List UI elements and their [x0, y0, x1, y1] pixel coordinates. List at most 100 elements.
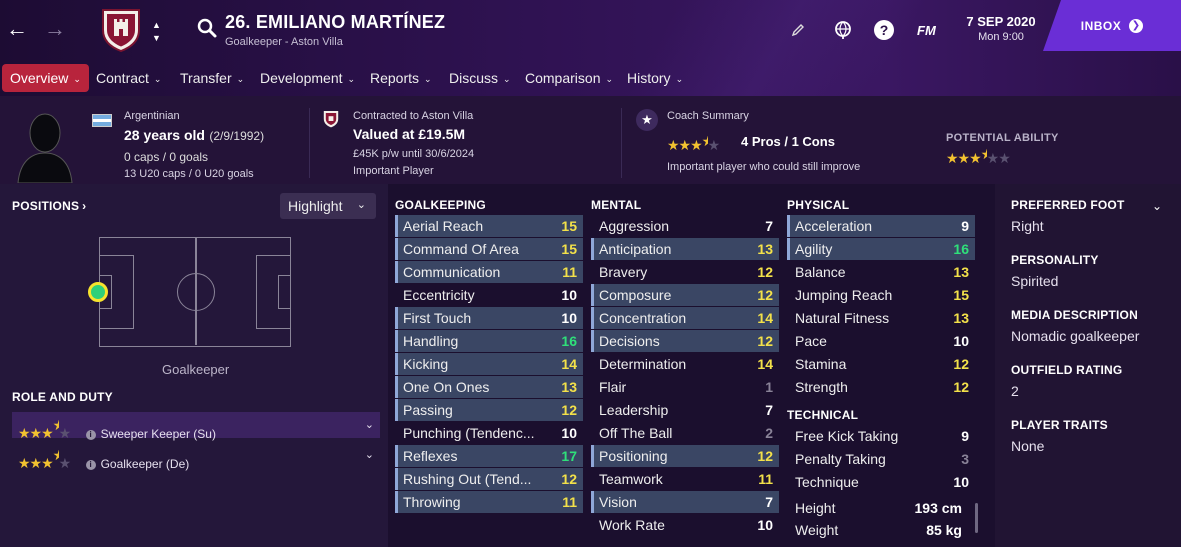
personality: PERSONALITY Spirited — [1011, 253, 1099, 289]
attribute-row[interactable]: Natural Fitness 13 — [787, 307, 975, 329]
attribute-row[interactable]: First Touch 10 — [395, 307, 583, 329]
attribute-name: Off The Ball — [599, 425, 673, 441]
back-arrow-icon[interactable]: ← — [6, 16, 28, 42]
highlight-dropdown[interactable]: Highlight ⌄ — [280, 193, 376, 219]
tab-contract[interactable]: Contract ⌄ — [96, 64, 161, 92]
attribute-row[interactable]: Flair 1 — [591, 376, 779, 398]
attribute-row[interactable]: Determination 14 — [591, 353, 779, 375]
nationality: Argentinian — [124, 110, 180, 122]
tab-discuss[interactable]: Discuss ⌄ — [449, 64, 511, 92]
club-crest-icon[interactable] — [101, 8, 141, 52]
attribute-row[interactable]: Kicking 14 — [395, 353, 583, 375]
attribute-row[interactable]: Agility 16 — [787, 238, 975, 260]
scrollbar[interactable] — [975, 503, 978, 533]
attribute-name: One On Ones — [403, 379, 490, 395]
attribute-value: 1 — [765, 379, 773, 395]
attribute-row[interactable]: Strength 12 — [787, 376, 975, 398]
attribute-row[interactable]: Aggression 7 — [591, 215, 779, 237]
attribute-name: Jumping Reach — [795, 287, 893, 303]
attribute-name: Reflexes — [403, 448, 458, 464]
attribute-value: 10 — [953, 474, 969, 490]
fm-logo[interactable]: FM — [917, 23, 936, 38]
attribute-value: 14 — [757, 356, 773, 372]
player-silhouette-icon — [17, 113, 73, 183]
attribute-row[interactable]: Anticipation 13 — [591, 238, 779, 260]
role-stars: ★★★★★ — [18, 447, 71, 471]
previous-player-icon[interactable]: ▲ — [152, 20, 161, 30]
player-name: 26. EMILIANO MARTÍNEZ — [225, 12, 446, 32]
attribute-row[interactable]: Bravery 12 — [591, 261, 779, 283]
tab-comparison[interactable]: Comparison ⌄ — [525, 64, 613, 92]
tab-overview[interactable]: Overview ⌄ — [2, 64, 89, 92]
mental-title: MENTAL — [591, 198, 642, 212]
attribute-row[interactable]: Rushing Out (Tend... 12 — [395, 468, 583, 490]
attribute-row[interactable]: Acceleration 9 — [787, 215, 975, 237]
position-label: Goalkeeper — [162, 362, 230, 377]
attribute-row[interactable]: Passing 12 — [395, 399, 583, 421]
game-date[interactable]: 7 SEP 2020 Mon 9:00 — [966, 14, 1036, 43]
attribute-row[interactable]: Balance 13 — [787, 261, 975, 283]
chevron-down-icon: ⌄ — [675, 74, 684, 84]
attribute-row[interactable]: Jumping Reach 15 — [787, 284, 975, 306]
globe-icon[interactable] — [833, 20, 853, 40]
role-row[interactable]: ★★★★★ i Goalkeeper (De) ⌄ — [12, 442, 380, 471]
attribute-row[interactable]: Concentration 14 — [591, 307, 779, 329]
attribute-row[interactable]: Communication 11 — [395, 261, 583, 283]
attribute-row[interactable]: Command Of Area 15 — [395, 238, 583, 260]
coach-rating-stars: ★★★★★ — [667, 133, 720, 153]
attribute-name: Throwing — [403, 494, 461, 510]
attribute-row[interactable]: Reflexes 17 — [395, 445, 583, 467]
goalkeeper-position-marker[interactable] — [88, 282, 108, 302]
role-stars: ★★★★★ — [18, 417, 71, 441]
chevron-down-icon[interactable]: ⌄ — [1152, 199, 1162, 213]
search-icon[interactable] — [196, 17, 218, 39]
attribute-row[interactable]: Teamwork 11 — [591, 468, 779, 490]
attribute-row[interactable]: Vision 7 — [591, 491, 779, 513]
tab-reports[interactable]: Reports ⌄ — [370, 64, 432, 92]
attribute-row[interactable]: Free Kick Taking 9 — [787, 425, 975, 447]
attribute-value: 17 — [561, 448, 577, 464]
chevron-down-icon[interactable]: ⌄ — [365, 442, 374, 468]
attribute-name: Leadership — [599, 402, 669, 418]
attribute-row[interactable]: Decisions 12 — [591, 330, 779, 352]
info-icon[interactable]: i — [85, 430, 96, 440]
info-icon[interactable]: i — [85, 460, 96, 470]
attribute-row[interactable]: Off The Ball 2 — [591, 422, 779, 444]
positions-title[interactable]: POSITIONS › — [12, 199, 86, 213]
outfield-rating: OUTFIELD RATING 2 — [1011, 363, 1123, 399]
attribute-row[interactable]: Work Rate 10 — [591, 514, 779, 536]
attribute-row[interactable]: Composure 12 — [591, 284, 779, 306]
chevron-down-icon[interactable]: ⌄ — [365, 412, 374, 438]
attribute-row[interactable]: Handling 16 — [395, 330, 583, 352]
attribute-name: Command Of Area — [403, 241, 519, 257]
edit-pencil-icon[interactable] — [790, 22, 806, 38]
help-icon[interactable]: ? — [874, 20, 894, 40]
forward-arrow-icon[interactable]: → — [44, 16, 66, 42]
attribute-row[interactable]: Technique 10 — [787, 471, 975, 493]
inbox-button[interactable]: INBOX ❯ — [1043, 0, 1181, 51]
tab-development[interactable]: Development ⌄ — [260, 64, 355, 92]
tab-history[interactable]: History ⌄ — [627, 64, 683, 92]
attribute-row[interactable]: Throwing 11 — [395, 491, 583, 513]
attribute-row[interactable]: Leadership 7 — [591, 399, 779, 421]
role-row[interactable]: ★★★★★ i Sweeper Keeper (Su) ⌄ — [12, 412, 380, 441]
age: 28 years old — [124, 127, 205, 143]
attribute-row[interactable]: Aerial Reach 15 — [395, 215, 583, 237]
attribute-value: 9 — [961, 428, 969, 444]
attribute-value: 15 — [953, 287, 969, 303]
attribute-row[interactable]: Stamina 12 — [787, 353, 975, 375]
chevron-right-icon: ❯ — [1129, 18, 1144, 33]
pros-cons[interactable]: 4 Pros / 1 Cons — [741, 134, 835, 149]
attribute-row[interactable]: Penalty Taking 3 — [787, 448, 975, 470]
attribute-name: Pace — [795, 333, 827, 349]
attribute-row[interactable]: Positioning 12 — [591, 445, 779, 467]
attribute-row[interactable]: Eccentricity 10 — [395, 284, 583, 306]
tab-transfer[interactable]: Transfer ⌄ — [180, 64, 244, 92]
attribute-row[interactable]: Pace 10 — [787, 330, 975, 352]
attribute-row[interactable]: One On Ones 13 — [395, 376, 583, 398]
next-player-icon[interactable]: ▼ — [152, 33, 161, 43]
attribute-name: Teamwork — [599, 471, 663, 487]
attribute-name: First Touch — [403, 310, 472, 326]
role-duty-title: ROLE AND DUTY — [12, 390, 113, 404]
attribute-row[interactable]: Punching (Tendenc... 10 — [395, 422, 583, 444]
